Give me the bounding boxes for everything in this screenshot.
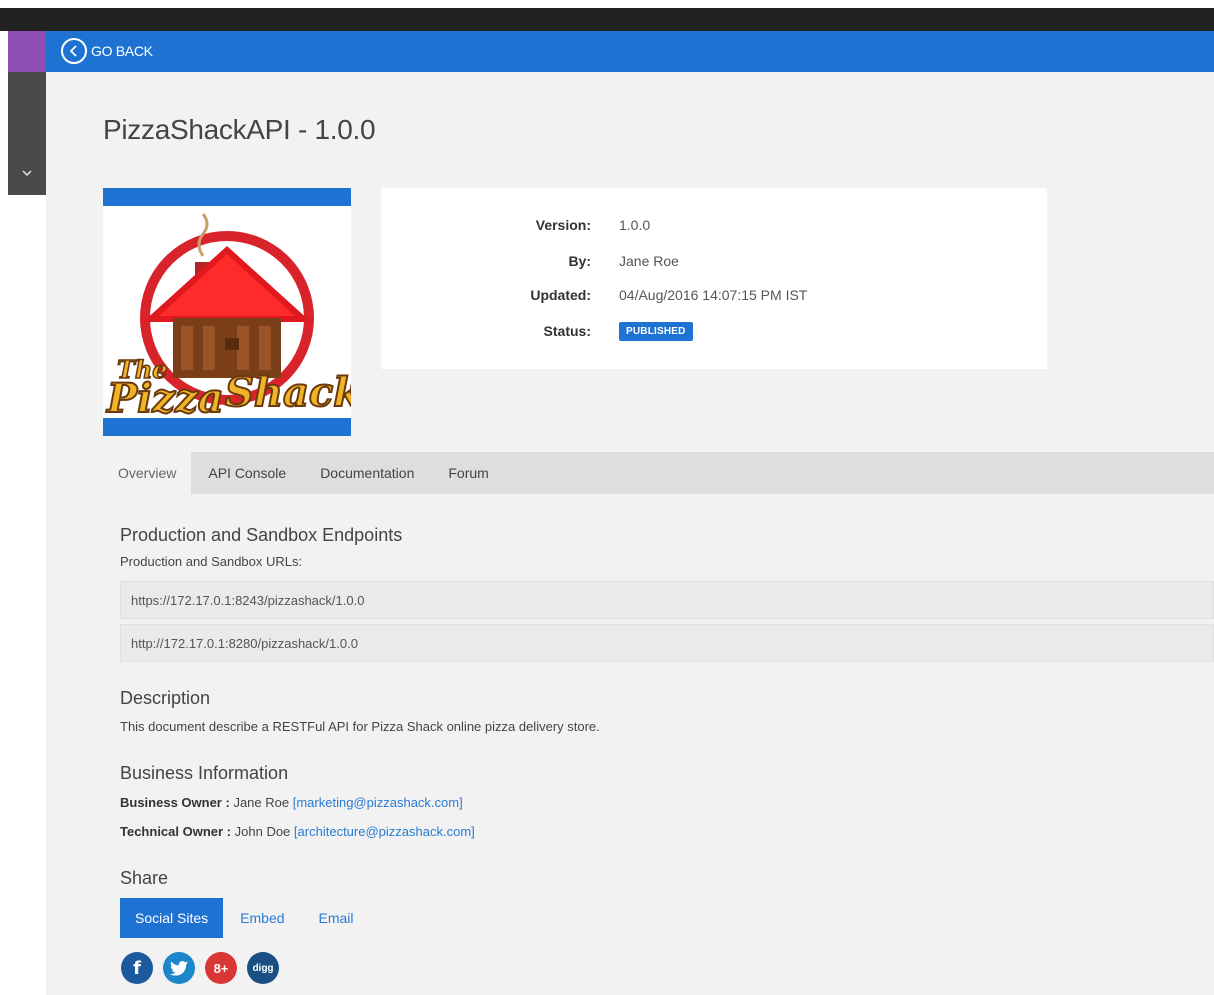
status-badge: PUBLISHED <box>619 321 693 341</box>
version-row: Version: 1.0.0 <box>381 213 1047 237</box>
version-value: 1.0.0 <box>619 217 651 233</box>
share-tab-email[interactable]: Email <box>302 898 371 938</box>
updated-label: Updated: <box>530 287 591 303</box>
technical-owner-line: Technical Owner : John Doe [architecture… <box>120 824 475 839</box>
top-bar <box>0 8 1214 31</box>
social-icons: f 8+ digg <box>121 952 289 984</box>
business-info-heading: Business Information <box>120 763 289 783</box>
svg-text:Pizza: Pizza <box>106 375 224 418</box>
logo-top-bar <box>103 188 351 206</box>
back-arrow-icon <box>61 38 87 64</box>
pizza-shack-logo-image: The Pizza Shack <box>105 213 351 418</box>
api-tabs: Overview API Console Documentation Forum <box>103 452 1214 494</box>
svg-text:Shack: Shack <box>225 369 351 416</box>
left-gutter <box>0 31 8 995</box>
description-heading: Description <box>120 688 211 708</box>
share-tabs: Social Sites Embed Email <box>120 898 371 938</box>
go-back-label: GO BACK <box>91 43 153 59</box>
page-title: PizzaShackAPI - 1.0.0 <box>103 114 376 145</box>
technical-owner-email-link[interactable]: architecture@pizzashack.com <box>298 824 472 839</box>
production-endpoint-url[interactable]: https://172.17.0.1:8243/pizzashack/1.0.0 <box>120 581 1214 619</box>
version-label: Version: <box>535 217 591 233</box>
by-value: Jane Roe <box>619 253 679 269</box>
business-owner-line: Business Owner : Jane Roe [marketing@piz… <box>120 795 463 810</box>
google-plus-icon[interactable]: 8+ <box>205 952 237 984</box>
api-info-card: Version: 1.0.0 By: Jane Roe Updated: 04/… <box>381 188 1047 369</box>
twitter-icon[interactable] <box>163 952 195 984</box>
logo-bottom-bar <box>103 418 351 436</box>
chevron-down-icon-svg <box>22 170 32 177</box>
top-strip <box>0 0 1214 8</box>
technical-owner-label: Technical Owner : <box>120 824 232 839</box>
status-label: Status: <box>543 323 591 339</box>
description-text: This document describe a RESTFul API for… <box>120 719 600 734</box>
tab-api-console[interactable]: API Console <box>191 452 303 494</box>
share-tab-social-sites[interactable]: Social Sites <box>120 898 224 938</box>
tab-documentation[interactable]: Documentation <box>303 452 431 494</box>
technical-owner-bracket-close: ] <box>471 824 475 839</box>
sandbox-endpoint-url[interactable]: http://172.17.0.1:8280/pizzashack/1.0.0 <box>120 624 1214 662</box>
updated-row: Updated: 04/Aug/2016 14:07:15 PM IST <box>381 283 1047 307</box>
business-owner-bracket-close: ] <box>459 795 463 810</box>
endpoints-subheading: Production and Sandbox URLs: <box>120 554 303 569</box>
share-tab-embed[interactable]: Embed <box>223 898 301 938</box>
digg-icon[interactable]: digg <box>247 952 279 984</box>
updated-value: 04/Aug/2016 14:07:15 PM IST <box>619 287 808 303</box>
technical-owner-name: John Doe <box>234 824 291 839</box>
tab-forum[interactable]: Forum <box>431 452 505 494</box>
status-row: Status: PUBLISHED <box>381 319 1047 343</box>
sidebar-menu-toggle[interactable] <box>8 31 46 72</box>
facebook-icon[interactable]: f <box>121 952 153 984</box>
by-row: By: Jane Roe <box>381 249 1047 273</box>
endpoints-heading: Production and Sandbox Endpoints <box>120 525 403 545</box>
go-back-button[interactable]: GO BACK <box>61 35 153 67</box>
api-logo: The Pizza Shack <box>103 188 351 436</box>
twitter-bird-icon <box>170 960 188 976</box>
business-owner-label: Business Owner : <box>120 795 230 810</box>
by-label: By: <box>568 253 591 269</box>
business-owner-name: Jane Roe <box>233 795 290 810</box>
tab-overview[interactable]: Overview <box>103 452 192 494</box>
top-navbar <box>46 31 1214 72</box>
chevron-down-icon[interactable] <box>17 165 37 181</box>
share-heading: Share <box>120 868 169 888</box>
business-owner-email-link[interactable]: marketing@pizzashack.com <box>296 795 459 810</box>
